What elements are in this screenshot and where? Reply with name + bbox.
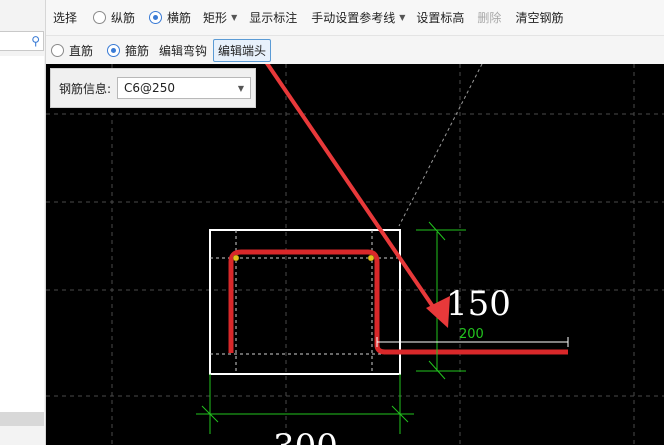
radio-stirrup-indicator[interactable] bbox=[107, 43, 121, 57]
edit-end-button[interactable]: 编辑端头 bbox=[213, 38, 272, 62]
annotation-arrow bbox=[265, 64, 440, 316]
manual-reference-label: 手动设置参考线 bbox=[311, 11, 396, 25]
chevron-down-icon[interactable]: ▼ bbox=[238, 84, 244, 93]
search-icon[interactable]: ⚲ bbox=[31, 34, 40, 48]
radio-straight[interactable]: 直筋 bbox=[51, 42, 93, 59]
radio-longitudinal-indicator[interactable] bbox=[93, 11, 107, 24]
toolbar-secondary: 直筋 箍筋 编辑弯钩 编辑端头 bbox=[46, 36, 664, 64]
radio-straight-indicator[interactable] bbox=[51, 43, 64, 57]
dim-vertical-text: 150 bbox=[446, 284, 511, 324]
radio-stirrup[interactable]: 箍筋 bbox=[107, 42, 149, 59]
radio-transverse[interactable]: 横筋 bbox=[149, 9, 191, 26]
set-elevation-button[interactable]: 设置标高 bbox=[416, 9, 464, 26]
rebar-info-select[interactable]: C6@250 ▼ bbox=[117, 77, 252, 99]
edit-hook-button[interactable]: 编辑弯钩 bbox=[159, 42, 207, 59]
dim-bottom-text: 300 bbox=[273, 427, 338, 445]
radio-longitudinal[interactable]: 纵筋 bbox=[93, 9, 135, 26]
radio-straight-label: 直筋 bbox=[69, 43, 94, 58]
toolbar-main: 选择 纵筋 横筋 矩形 ▼ 显示标注 手动设置参考线 ▼ 设置标高 删除 清空钢… bbox=[46, 0, 664, 36]
chevron-down-icon: ▼ bbox=[399, 13, 406, 22]
drawing-svg: 150 200 300 bbox=[46, 64, 664, 445]
show-dimension-button[interactable]: 显示标注 bbox=[249, 9, 297, 26]
rebar-info-label: 钢筋信息: bbox=[59, 81, 112, 96]
radio-stirrup-label: 箍筋 bbox=[125, 43, 150, 58]
chevron-down-icon: ▼ bbox=[231, 13, 238, 22]
radio-longitudinal-label: 纵筋 bbox=[111, 11, 136, 25]
drawing-canvas[interactable]: 150 200 300 bbox=[46, 64, 664, 445]
rebar-node-left bbox=[232, 254, 240, 262]
manual-reference-dropdown[interactable]: 手动设置参考线 ▼ bbox=[311, 9, 405, 26]
component-tree[interactable] bbox=[0, 56, 44, 412]
clear-rebar-button[interactable]: 清空钢筋 bbox=[515, 9, 563, 26]
left-panel-footer bbox=[0, 412, 44, 426]
search-input[interactable]: ⚲ bbox=[0, 31, 44, 51]
shape-dropdown-label: 矩形 bbox=[203, 11, 228, 25]
rebar-info-value: C6@250 bbox=[124, 81, 175, 95]
dim-horizontal-small-text: 200 bbox=[459, 327, 484, 342]
select-button[interactable]: 选择 bbox=[53, 9, 77, 26]
rebar-info-panel: 钢筋信息: C6@250 ▼ bbox=[50, 68, 256, 108]
radio-transverse-indicator[interactable] bbox=[149, 11, 163, 24]
rebar-node-right bbox=[367, 254, 375, 262]
shape-dropdown[interactable]: 矩形 ▼ bbox=[203, 9, 237, 26]
radio-transverse-label: 横筋 bbox=[167, 11, 192, 25]
delete-button[interactable]: 删除 bbox=[477, 9, 501, 26]
left-panel: ⚲ bbox=[0, 0, 46, 445]
